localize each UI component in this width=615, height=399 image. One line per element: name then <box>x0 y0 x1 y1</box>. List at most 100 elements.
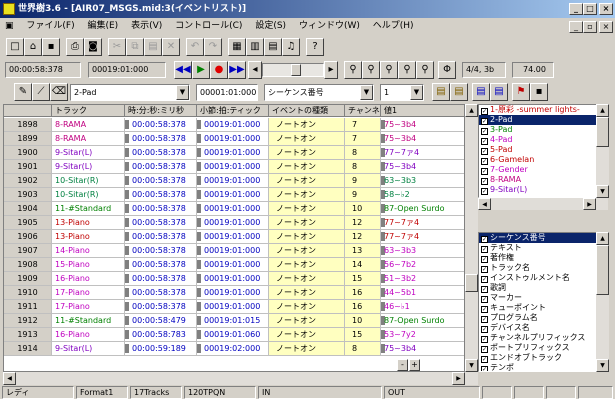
table-row[interactable]: 1898 8-RAMA 00:00:58:378 00019:01:000 ノートオン 7… <box>4 118 464 132</box>
table-row[interactable]: 1913 16-Piano 00:00:58:783 00019:01:060 ノートオ… <box>4 328 464 342</box>
scroll-down-icon[interactable]: ▼ <box>465 359 478 372</box>
cell-mbt[interactable]: 00019:02:000 <box>197 342 269 355</box>
chevron-down-icon[interactable]: ▼ <box>410 85 423 100</box>
cell-event-type[interactable]: ノートオン <box>269 286 345 299</box>
sync-icon[interactable]: Φ <box>438 61 456 79</box>
checkbox-icon[interactable]: ✓ <box>481 168 488 175</box>
column-header-event-type[interactable]: イベントの種類 <box>269 105 345 117</box>
eraser-tool-icon[interactable]: ⌫ <box>50 83 68 101</box>
line-tool-icon[interactable]: ⟋ <box>32 83 50 101</box>
track-filter-list[interactable]: ✓ 1-原彩 -summer lights- ✓ 2-Pad ✓ 3-Pad ✓ 4-Pad ✓… <box>478 104 608 198</box>
track-list-item[interactable]: ✓ 3-Pad <box>479 125 607 135</box>
checkbox-icon[interactable]: ✓ <box>481 256 488 263</box>
cell-value1[interactable]: 75~3b4 <box>381 342 464 355</box>
cell-channel[interactable]: 10 <box>345 202 381 215</box>
table-row[interactable]: 1908 15-Piano 00:00:58:378 00019:01:000 ノートオ… <box>4 258 464 272</box>
scroll-up-icon[interactable]: ▲ <box>596 104 609 117</box>
cell-event-type[interactable]: ノートオン <box>269 202 345 215</box>
event-type-select[interactable]: シーケンス番号 ▼ <box>264 84 374 101</box>
grid-vertical-scrollbar[interactable]: ▲ ▼ <box>465 104 478 372</box>
cell-mbt[interactable]: 00019:01:000 <box>197 174 269 187</box>
chevron-down-icon[interactable]: ▼ <box>360 85 373 100</box>
table-row[interactable]: 1901 9-Sitar(L) 00:00:58:378 00019:01:000 ノー… <box>4 160 464 174</box>
cell-value1[interactable]: 63~3b3 <box>381 174 464 187</box>
cell-time[interactable]: 00:00:58:378 <box>125 230 197 243</box>
cell-value1[interactable]: 44~5b1 <box>381 286 464 299</box>
cell-value1[interactable]: 75~3b4 <box>381 160 464 173</box>
event-type-list-item[interactable]: ✓ トラック名 <box>479 263 607 273</box>
fast-forward-icon[interactable]: ▶▶ <box>228 61 246 79</box>
cell-channel[interactable]: 15 <box>345 328 381 341</box>
cell-channel[interactable]: 8 <box>345 342 381 355</box>
delete-event-icon[interactable]: ⚑ <box>512 83 530 101</box>
menu-file[interactable]: ファイル(F) <box>21 18 79 35</box>
cell-mbt[interactable]: 00019:01:000 <box>197 272 269 285</box>
cell-channel[interactable]: 8 <box>345 146 381 159</box>
stop-mark-icon[interactable]: ⚲ <box>416 61 434 79</box>
event-type-list-item[interactable]: ✓ チャンネルプリフィックス <box>479 333 607 343</box>
table-row[interactable]: 1909 16-Piano 00:00:58:378 00019:01:000 ノートオ… <box>4 272 464 286</box>
column-header-time[interactable]: 時:分:秒:ミリ秒 <box>125 105 197 117</box>
menu-edit[interactable]: 編集(E) <box>82 18 123 35</box>
cell-event-type[interactable]: ノートオン <box>269 342 345 355</box>
seek-left-icon[interactable]: ◂ <box>248 61 262 79</box>
scroll-up-icon[interactable]: ▲ <box>465 104 478 117</box>
cell-value1[interactable]: 75~3b4 <box>381 118 464 131</box>
chevron-down-icon[interactable]: ▼ <box>176 85 189 100</box>
event-type-list-item[interactable]: ✓ 歌詞 <box>479 283 607 293</box>
scroll-left-icon[interactable]: ◀ <box>478 198 491 210</box>
cell-mbt[interactable]: 00019:01:060 <box>197 328 269 341</box>
cell-time[interactable]: 00:00:58:378 <box>125 146 197 159</box>
checkbox-icon[interactable]: ✓ <box>481 118 488 125</box>
event-list-icon[interactable]: ▤ <box>264 38 282 56</box>
cell-channel[interactable]: 16 <box>345 286 381 299</box>
zoom-out-icon[interactable]: - <box>397 359 408 371</box>
cell-event-type[interactable]: ノートオン <box>269 244 345 257</box>
event-type-list-item[interactable]: ✓ デバイス名 <box>479 323 607 333</box>
cell-event-type[interactable]: ノートオン <box>269 230 345 243</box>
checkbox-icon[interactable]: ✓ <box>481 246 488 253</box>
track-list-hscrollbar[interactable]: ◀ ▶ <box>478 198 608 210</box>
checkbox-icon[interactable]: ✓ <box>481 266 488 273</box>
cell-time[interactable]: 00:00:58:479 <box>125 314 197 327</box>
cell-channel[interactable]: 9 <box>345 188 381 201</box>
cell-channel[interactable]: 7 <box>345 118 381 131</box>
cell-track[interactable]: 14-Piano <box>52 244 125 257</box>
menu-window[interactable]: ウィンドウ(W) <box>294 18 365 35</box>
cell-value1[interactable]: 87-Open Surdo <box>381 202 464 215</box>
cell-track[interactable]: 10-Sitar(R) <box>52 188 125 201</box>
cell-mbt[interactable]: 00019:01:000 <box>197 244 269 257</box>
cell-time[interactable]: 00:00:58:378 <box>125 202 197 215</box>
cell-event-type[interactable]: ノートオン <box>269 160 345 173</box>
cell-channel[interactable]: 9 <box>345 174 381 187</box>
modify-event-icon[interactable]: ▤ <box>450 83 468 101</box>
doc-icon[interactable]: ▣ <box>0 18 19 35</box>
track-list-item[interactable]: ✓ 9-Sitar(L) <box>479 185 607 195</box>
cell-track[interactable]: 9-Sitar(L) <box>52 146 125 159</box>
checkbox-icon[interactable]: ✓ <box>481 236 488 243</box>
checkbox-icon[interactable]: ✓ <box>481 188 488 195</box>
event-type-list-item[interactable]: ✓ キューポイント <box>479 303 607 313</box>
track-list-item[interactable]: ✓ 6-Gamelan <box>479 155 607 165</box>
insert-event-icon[interactable]: ▤ <box>432 83 450 101</box>
cell-mbt[interactable]: 00019:01:000 <box>197 230 269 243</box>
play-icon[interactable]: ▶ <box>192 61 210 79</box>
cell-track[interactable]: 8-RAMA <box>52 118 125 131</box>
track-list-item[interactable]: ✓ 8-RAMA <box>479 175 607 185</box>
checkbox-icon[interactable]: ✓ <box>481 138 488 145</box>
cell-time[interactable]: 00:00:58:378 <box>125 216 197 229</box>
column-header-value1[interactable]: 値1 <box>381 105 464 117</box>
table-row[interactable]: 1914 9-Sitar(L) 00:00:59:189 00019:02:000 ノー… <box>4 342 464 356</box>
cell-channel[interactable]: 10 <box>345 314 381 327</box>
play-selection-icon[interactable]: ⚲ <box>398 61 416 79</box>
cell-time[interactable]: 00:00:58:378 <box>125 258 197 271</box>
cell-channel[interactable]: 7 <box>345 132 381 145</box>
table-row[interactable]: 1902 10-Sitar(R) 00:00:58:378 00019:01:000 ノ… <box>4 174 464 188</box>
checkbox-icon[interactable]: ✓ <box>481 276 488 283</box>
cell-track[interactable]: 9-Sitar(L) <box>52 342 125 355</box>
cell-track[interactable]: 8-RAMA <box>52 132 125 145</box>
undo-icon[interactable]: ↶ <box>186 38 204 56</box>
event-type-list-item[interactable]: ✓ テンポ <box>479 363 607 371</box>
column-header-track[interactable]: トラック <box>52 105 125 117</box>
cell-track[interactable]: 17-Piano <box>52 300 125 313</box>
